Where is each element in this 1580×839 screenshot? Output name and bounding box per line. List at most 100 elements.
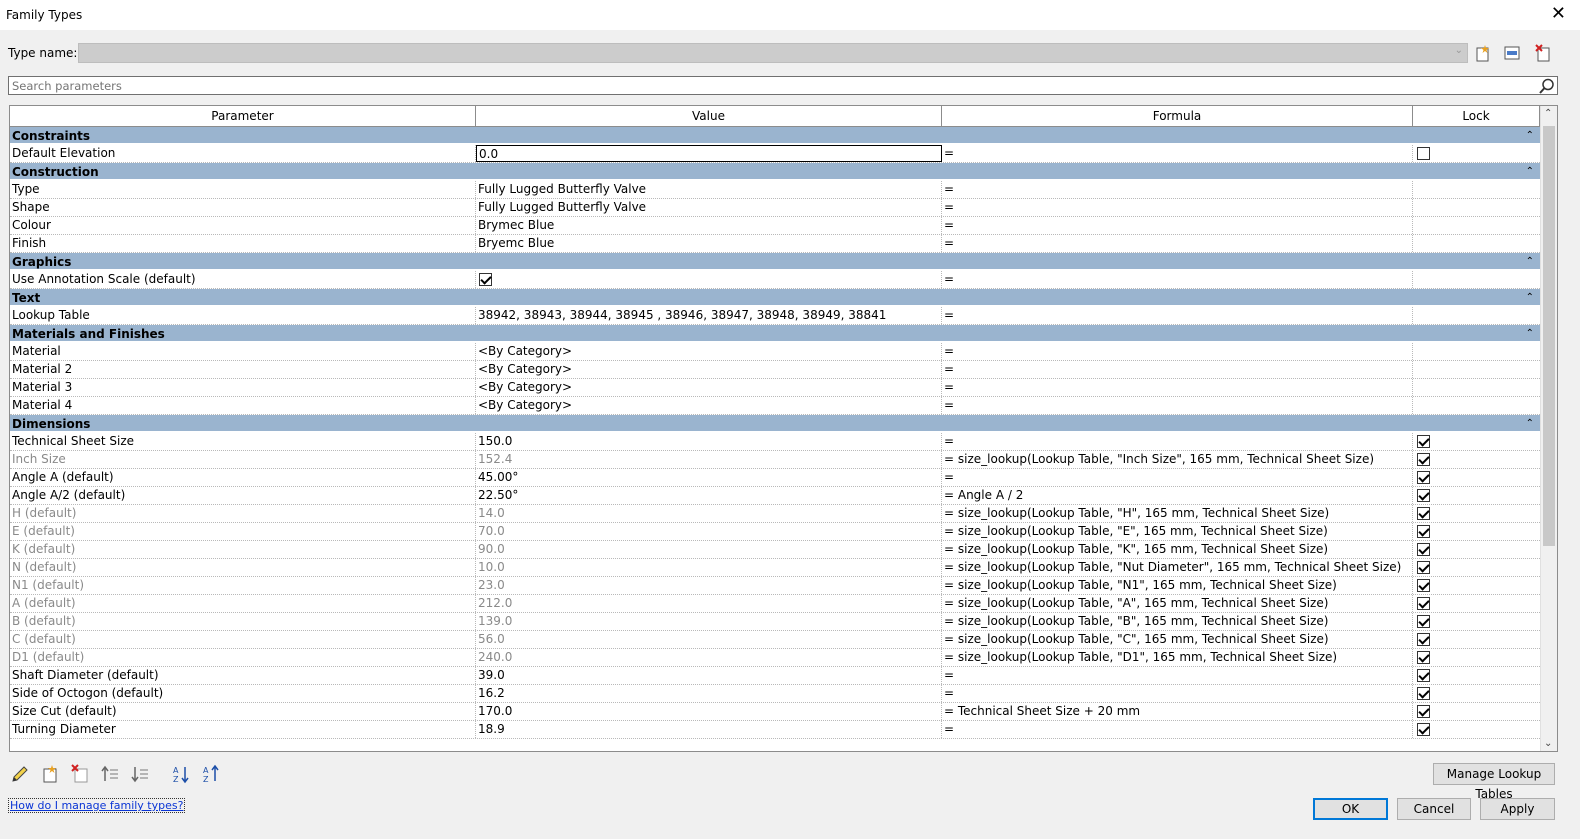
collapse-icon[interactable]: ⌃ — [1526, 289, 1534, 307]
lock-checkbox[interactable] — [1417, 147, 1430, 160]
vertical-scrollbar[interactable]: ⌃ ⌄ — [1540, 106, 1557, 751]
param-formula[interactable]: = size_lookup(Lookup Table, "B", 165 mm,… — [942, 613, 1413, 630]
param-row-inch-size[interactable]: Inch Size 152.4 = size_lookup(Lookup Tab… — [10, 451, 1540, 469]
param-row-b[interactable]: B (default) 139.0 = size_lookup(Lookup T… — [10, 613, 1540, 631]
param-row-d1[interactable]: D1 (default) 240.0 = size_lookup(Lookup … — [10, 649, 1540, 667]
collapse-icon[interactable]: ⌃ — [1526, 127, 1534, 145]
param-row-material[interactable]: Material <By Category> = — [10, 343, 1540, 361]
group-header-dimensions[interactable]: Dimensions ⌃ — [10, 415, 1540, 433]
collapse-icon[interactable]: ⌃ — [1526, 325, 1534, 343]
param-row-e[interactable]: E (default) 70.0 = size_lookup(Lookup Ta… — [10, 523, 1540, 541]
param-formula[interactable]: = — [942, 685, 1413, 702]
lock-checkbox[interactable] — [1417, 687, 1430, 700]
param-formula[interactable]: = — [942, 379, 1413, 396]
param-formula[interactable]: = size_lookup(Lookup Table, "H", 165 mm,… — [942, 505, 1413, 522]
param-row-c[interactable]: C (default) 56.0 = size_lookup(Lookup Ta… — [10, 631, 1540, 649]
lock-checkbox[interactable] — [1417, 633, 1430, 646]
param-value[interactable]: 39.0 — [476, 667, 942, 684]
lock-checkbox[interactable] — [1417, 561, 1430, 574]
param-formula[interactable]: = — [942, 343, 1413, 360]
lock-checkbox[interactable] — [1417, 543, 1430, 556]
group-header-graphics[interactable]: Graphics ⌃ — [10, 253, 1540, 271]
param-value[interactable]: 23.0 — [476, 577, 942, 594]
param-formula[interactable]: = size_lookup(Lookup Table, "A", 165 mm,… — [942, 595, 1413, 612]
param-formula[interactable]: = size_lookup(Lookup Table, "K", 165 mm,… — [942, 541, 1413, 558]
lock-checkbox[interactable] — [1417, 579, 1430, 592]
param-value[interactable]: 240.0 — [476, 649, 942, 666]
cancel-button[interactable]: Cancel — [1397, 798, 1471, 820]
param-value[interactable]: Fully Lugged Butterfly Valve — [476, 181, 942, 198]
lock-checkbox[interactable] — [1417, 615, 1430, 628]
column-header-formula[interactable]: Formula — [942, 106, 1413, 126]
group-header-materials[interactable]: Materials and Finishes ⌃ — [10, 325, 1540, 343]
param-row-k[interactable]: K (default) 90.0 = size_lookup(Lookup Ta… — [10, 541, 1540, 559]
lock-checkbox[interactable] — [1417, 489, 1430, 502]
column-header-lock[interactable]: Lock — [1413, 106, 1540, 126]
param-value[interactable]: 139.0 — [476, 613, 942, 630]
param-row-n1[interactable]: N1 (default) 23.0 = size_lookup(Lookup T… — [10, 577, 1540, 595]
param-formula[interactable]: = — [942, 721, 1413, 738]
param-value[interactable]: Fully Lugged Butterfly Valve — [476, 199, 942, 216]
param-row-default-elevation[interactable]: Default Elevation 0.0 = — [10, 145, 1540, 163]
param-formula[interactable]: = — [942, 469, 1413, 486]
lock-checkbox[interactable] — [1417, 597, 1430, 610]
param-row-use-annotation-scale[interactable]: Use Annotation Scale (default) = — [10, 271, 1540, 289]
move-down-icon[interactable] — [130, 764, 150, 784]
ok-button[interactable]: OK — [1313, 798, 1388, 820]
column-header-parameter[interactable]: Parameter — [10, 106, 476, 126]
param-formula[interactable]: = — [942, 181, 1413, 198]
delete-parameter-icon[interactable] — [70, 764, 90, 784]
param-value-input[interactable]: 0.0 — [476, 145, 942, 162]
param-value[interactable]: Bryemc Blue — [476, 235, 942, 252]
param-formula[interactable]: = size_lookup(Lookup Table, "N1", 165 mm… — [942, 577, 1413, 594]
param-row-side-of-octogon[interactable]: Side of Octogon (default) 16.2 = — [10, 685, 1540, 703]
column-header-value[interactable]: Value — [476, 106, 942, 126]
param-value[interactable]: 18.9 — [476, 721, 942, 738]
lock-checkbox[interactable] — [1417, 453, 1430, 466]
collapse-icon[interactable]: ⌃ — [1526, 163, 1534, 181]
param-row-n[interactable]: N (default) 10.0 = size_lookup(Lookup Ta… — [10, 559, 1540, 577]
param-value[interactable]: <By Category> — [476, 343, 942, 360]
param-formula[interactable]: = Technical Sheet Size + 20 mm — [942, 703, 1413, 720]
param-value[interactable]: 14.0 — [476, 505, 942, 522]
param-row-technical-sheet-size[interactable]: Technical Sheet Size 150.0 = — [10, 433, 1540, 451]
search-parameters-field[interactable] — [8, 76, 1558, 95]
param-row-angle-a[interactable]: Angle A (default) 45.00° = — [10, 469, 1540, 487]
param-value[interactable]: 70.0 — [476, 523, 942, 540]
param-value[interactable]: 90.0 — [476, 541, 942, 558]
param-row-type[interactable]: Type Fully Lugged Butterfly Valve = — [10, 181, 1540, 199]
param-formula[interactable]: = — [942, 217, 1413, 234]
param-value[interactable]: 16.2 — [476, 685, 942, 702]
apply-button[interactable]: Apply — [1480, 798, 1555, 820]
param-row-material-3[interactable]: Material 3 <By Category> = — [10, 379, 1540, 397]
param-row-shaft-diameter[interactable]: Shaft Diameter (default) 39.0 = — [10, 667, 1540, 685]
param-formula[interactable]: = — [942, 235, 1413, 252]
param-formula[interactable]: = size_lookup(Lookup Table, "E", 165 mm,… — [942, 523, 1413, 540]
group-header-construction[interactable]: Construction ⌃ — [10, 163, 1540, 181]
lock-checkbox[interactable] — [1417, 525, 1430, 538]
sort-descending-icon[interactable]: AZ — [202, 764, 222, 784]
manage-lookup-tables-button[interactable]: Manage Lookup Tables — [1433, 763, 1555, 801]
collapse-icon[interactable]: ⌃ — [1526, 415, 1534, 433]
param-formula[interactable]: = — [942, 145, 1413, 162]
scroll-down-icon[interactable]: ⌄ — [1544, 738, 1552, 749]
param-row-finish[interactable]: Finish Bryemc Blue = — [10, 235, 1540, 253]
group-header-constraints[interactable]: Constraints ⌃ — [10, 127, 1540, 145]
param-formula[interactable]: = — [942, 307, 1413, 324]
scroll-up-icon[interactable]: ⌃ — [1544, 108, 1552, 119]
param-formula[interactable]: = size_lookup(Lookup Table, "D1", 165 mm… — [942, 649, 1413, 666]
lock-checkbox[interactable] — [1417, 723, 1430, 736]
param-value[interactable]: 38942, 38943, 38944, 38945 , 38946, 3894… — [476, 307, 942, 324]
lock-checkbox[interactable] — [1417, 651, 1430, 664]
param-row-lookup-table[interactable]: Lookup Table 38942, 38943, 38944, 38945 … — [10, 307, 1540, 325]
param-row-size-cut[interactable]: Size Cut (default) 170.0 = Technical She… — [10, 703, 1540, 721]
param-formula[interactable]: = — [942, 361, 1413, 378]
param-row-angle-a2[interactable]: Angle A/2 (default) 22.50° = Angle A / 2 — [10, 487, 1540, 505]
search-input[interactable] — [9, 77, 1529, 94]
pencil-icon[interactable] — [10, 764, 30, 784]
type-name-dropdown[interactable]: ⌄ — [78, 43, 1468, 63]
move-up-icon[interactable] — [100, 764, 120, 784]
close-button[interactable]: ✕ — [1551, 4, 1566, 24]
param-value[interactable]: 10.0 — [476, 559, 942, 576]
new-parameter-icon[interactable] — [40, 764, 60, 784]
